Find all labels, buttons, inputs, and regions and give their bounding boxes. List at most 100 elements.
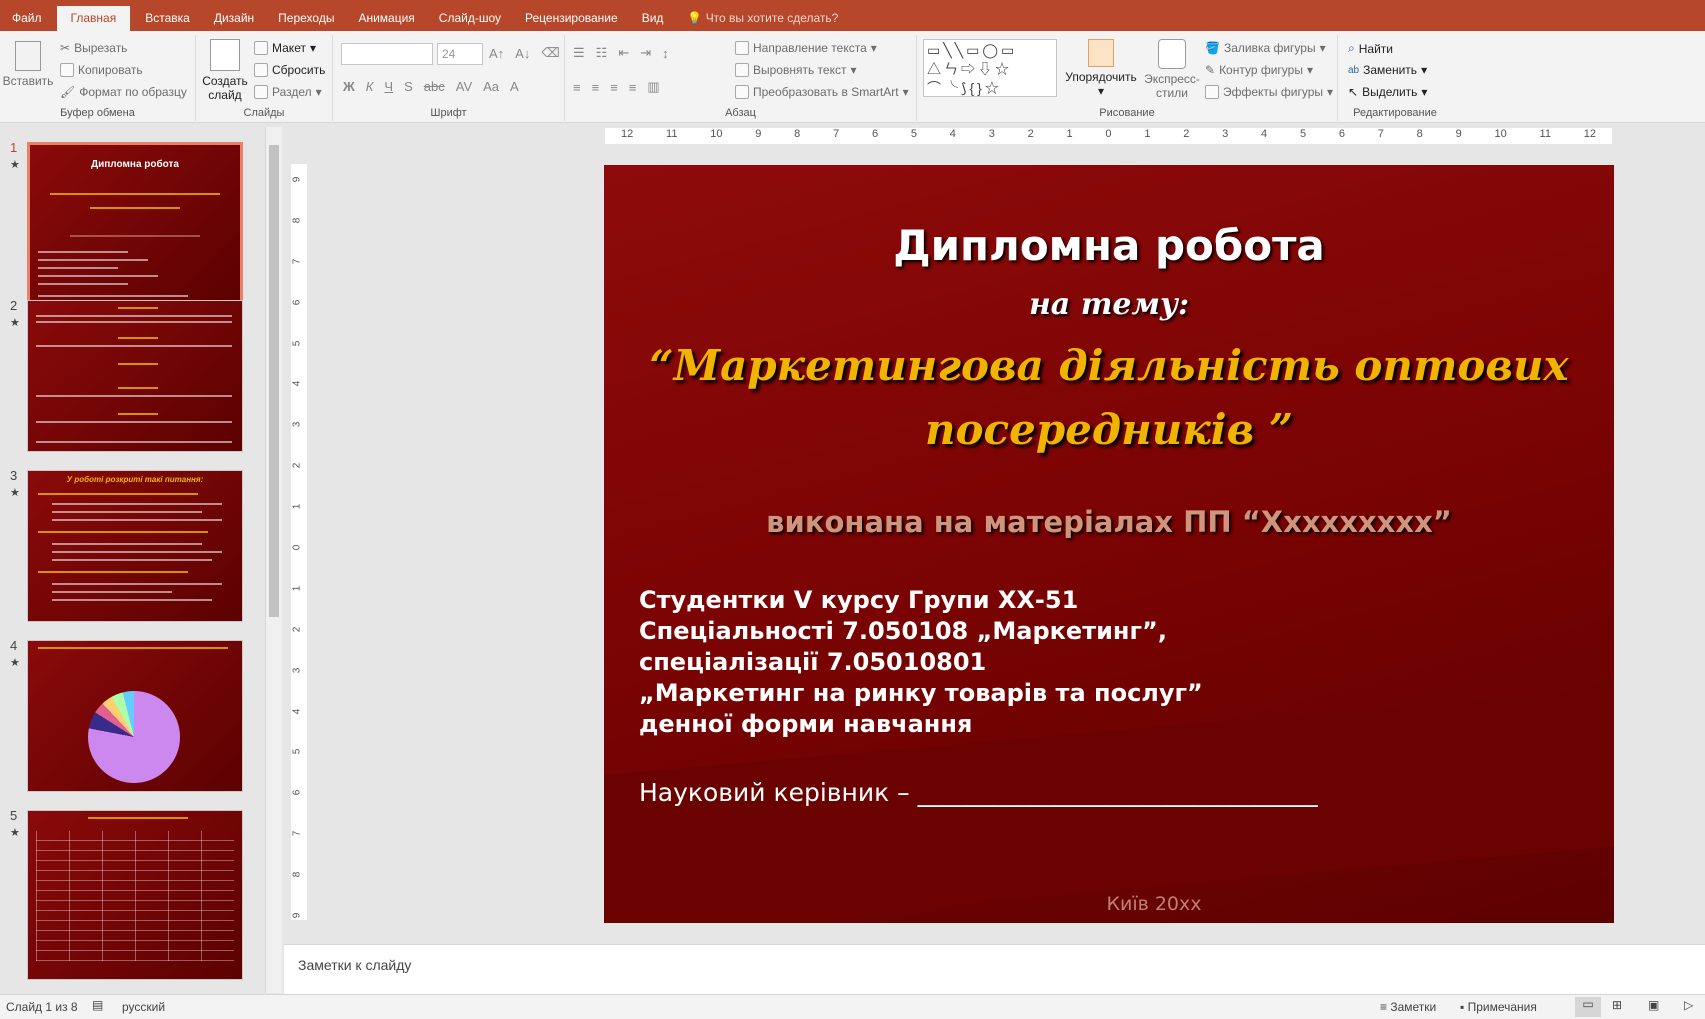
slide-subtitle[interactable]: на тему:: [604, 287, 1614, 322]
strikethrough-icon[interactable]: abc: [424, 79, 445, 94]
align-right-icon[interactable]: ≡: [610, 80, 618, 95]
underline-icon[interactable]: Ч: [384, 79, 393, 94]
slide-topic-line-2[interactable]: посередників ”: [604, 405, 1614, 454]
tab-transitions[interactable]: Переходы: [266, 0, 346, 31]
tab-animations[interactable]: Анимация: [346, 0, 426, 31]
change-case-icon[interactable]: Aa: [483, 79, 499, 94]
numbering-icon[interactable]: ☷: [596, 45, 608, 61]
align-left-icon[interactable]: ≡: [573, 80, 581, 95]
slideshow-view-icon[interactable]: ▷: [1684, 998, 1693, 1012]
align-text-button[interactable]: Выровнять текст ▾: [735, 63, 857, 77]
student-line[interactable]: Спеціальності 7.050108 „Маркетинг”,: [639, 616, 1167, 647]
italic-icon[interactable]: К: [366, 79, 374, 94]
section-button[interactable]: Раздел ▾: [254, 85, 322, 99]
text-direction-icon: [735, 41, 749, 55]
reading-view-icon[interactable]: ▣: [1648, 998, 1659, 1012]
spacing-icon[interactable]: AV: [456, 79, 472, 94]
thumbnails-scrollbar[interactable]: [265, 127, 282, 993]
shadow-icon[interactable]: S: [404, 79, 413, 94]
font-grow-shrink[interactable]: A↑ A↓ ⌫: [489, 45, 567, 61]
student-line[interactable]: денної форми навчання: [639, 709, 972, 740]
tab-slideshow[interactable]: Слайд-шоу: [427, 0, 513, 31]
comments-toggle[interactable]: ▪ Примечания: [1460, 1000, 1537, 1014]
tab-review[interactable]: Рецензирование: [513, 0, 630, 31]
slide-based-on[interactable]: виконана на матеріалах ПП “Ххххххххх”: [604, 505, 1614, 539]
font-style-buttons[interactable]: Ж К Ч S abc AV Aa A: [343, 79, 526, 94]
list-buttons[interactable]: ☰ ☷ ⇤ ⇥ ↕: [573, 45, 676, 61]
student-line[interactable]: спеціалізації 7.05010801: [639, 647, 986, 678]
indent-decrease-icon[interactable]: ⇤: [618, 45, 629, 61]
indent-increase-icon[interactable]: ⇥: [640, 45, 651, 61]
tab-file[interactable]: Файл: [0, 0, 54, 31]
columns-icon[interactable]: ▥: [647, 79, 659, 95]
layout-button[interactable]: Макет ▾: [254, 41, 316, 55]
shape-outline-button[interactable]: ✎ Контур фигуры ▾: [1205, 63, 1313, 77]
notes-icon: ≡: [1380, 1000, 1391, 1014]
slide-topic-line-1[interactable]: “Маркетингова діяльність оптових: [604, 341, 1614, 390]
font-color-icon[interactable]: A: [510, 79, 519, 94]
select-button[interactable]: ↖ Выделить ▾: [1348, 85, 1427, 99]
slide-supervisor[interactable]: Науковий керівник – ____________________…: [639, 777, 1318, 808]
tab-home[interactable]: Главная: [56, 6, 131, 31]
justify-icon[interactable]: ≡: [629, 80, 637, 95]
ruler-tick-label: 11: [1539, 128, 1551, 140]
bold-icon[interactable]: Ж: [343, 79, 355, 94]
shape-effects-button[interactable]: Эффекты фигуры ▾: [1205, 85, 1333, 99]
reset-icon: [254, 63, 268, 77]
ruler-tick-label: 10: [1494, 128, 1507, 140]
font-size-input[interactable]: 24: [437, 43, 483, 65]
slide-thumbnail-5[interactable]: [27, 810, 243, 980]
chevron-down-icon: ▾: [309, 41, 316, 55]
arrange-button[interactable]: Упорядочить ▾: [1063, 39, 1139, 98]
chevron-down-icon: ▾: [850, 63, 857, 77]
bullets-icon[interactable]: ☰: [573, 45, 585, 61]
ruler-tick-label: 9: [755, 128, 762, 140]
slide-thumbnail-4[interactable]: [27, 640, 243, 792]
scrollbar-thumb[interactable]: [269, 145, 279, 617]
slide-thumbnail-1[interactable]: Дипломна робота: [27, 142, 243, 305]
tab-view[interactable]: Вид: [630, 0, 676, 31]
new-slide-icon: [210, 39, 240, 71]
slide-thumbnail-3[interactable]: У роботі розкриті такі питання:: [27, 470, 243, 622]
shape-fill-button[interactable]: 🪣 Заливка фигуры ▾: [1205, 41, 1326, 55]
slide-city-year[interactable]: Київ 20хх: [649, 893, 1614, 915]
student-line[interactable]: Студентки V курсу Групи ХХ-51: [639, 585, 1078, 616]
ruler-tick-label: 2: [1027, 128, 1034, 140]
notes-area[interactable]: Заметки к слайду: [284, 944, 1705, 994]
normal-view-icon[interactable]: ▭: [1575, 997, 1601, 1017]
thumb-number: 4: [10, 638, 18, 653]
tab-design[interactable]: Дизайн: [202, 0, 266, 31]
reset-button[interactable]: Сбросить: [254, 63, 325, 77]
new-slide-button[interactable]: Создать слайд: [202, 39, 248, 102]
text-direction-button[interactable]: Направление текста ▾: [735, 41, 877, 55]
shapes-gallery[interactable]: ▭╲╲▭◯▭ △ㄣ⇨⇩☆ ⌒╰⟆{}☆: [923, 39, 1057, 97]
chevron-down-icon: ▾: [1327, 85, 1334, 99]
replace-button[interactable]: ab Заменить ▾: [1348, 63, 1427, 77]
copy-button[interactable]: Копировать: [60, 63, 143, 77]
smartart-button[interactable]: Преобразовать в SmartArt ▾: [735, 85, 909, 99]
font-name-input[interactable]: [341, 43, 433, 65]
spellcheck-icon[interactable]: ▤: [92, 998, 103, 1012]
slide-title[interactable]: Дипломна робота: [604, 221, 1614, 270]
thumb-number: 2: [10, 298, 18, 313]
cut-button[interactable]: ✂ Вырезать: [60, 41, 127, 55]
slide-sorter-icon[interactable]: ⊞: [1612, 998, 1622, 1012]
paste-button[interactable]: Вставить: [3, 41, 53, 88]
line-spacing-icon[interactable]: ↕: [662, 46, 669, 61]
tell-me-box[interactable]: 💡 Что вы хотите сделать?: [675, 0, 850, 31]
slide-canvas[interactable]: Дипломна робота на тему: “Маркетингова д…: [604, 165, 1614, 923]
align-center-icon[interactable]: ≡: [592, 80, 600, 95]
language-indicator[interactable]: русский: [122, 1000, 165, 1014]
find-button[interactable]: ⌕ Найти: [1348, 41, 1393, 56]
student-line[interactable]: „Маркетинг на ринку товарів та послуг”: [639, 678, 1203, 709]
tab-insert[interactable]: Вставка: [133, 0, 202, 31]
align-buttons[interactable]: ≡ ≡ ≡ ≡ ▥: [573, 79, 667, 95]
animation-star-icon: ★: [10, 159, 20, 171]
chevron-down-icon: ▾: [1306, 63, 1314, 77]
ruler-tick-label: 5: [291, 749, 303, 755]
slide-thumbnail-2[interactable]: [27, 300, 243, 452]
quick-styles-button[interactable]: Экспресс-стили: [1141, 39, 1203, 100]
format-painter-button[interactable]: 🖌 Формат по образцу: [60, 85, 187, 99]
notes-toggle[interactable]: ≡ Заметки: [1380, 1000, 1436, 1014]
layout-icon: [254, 41, 268, 55]
